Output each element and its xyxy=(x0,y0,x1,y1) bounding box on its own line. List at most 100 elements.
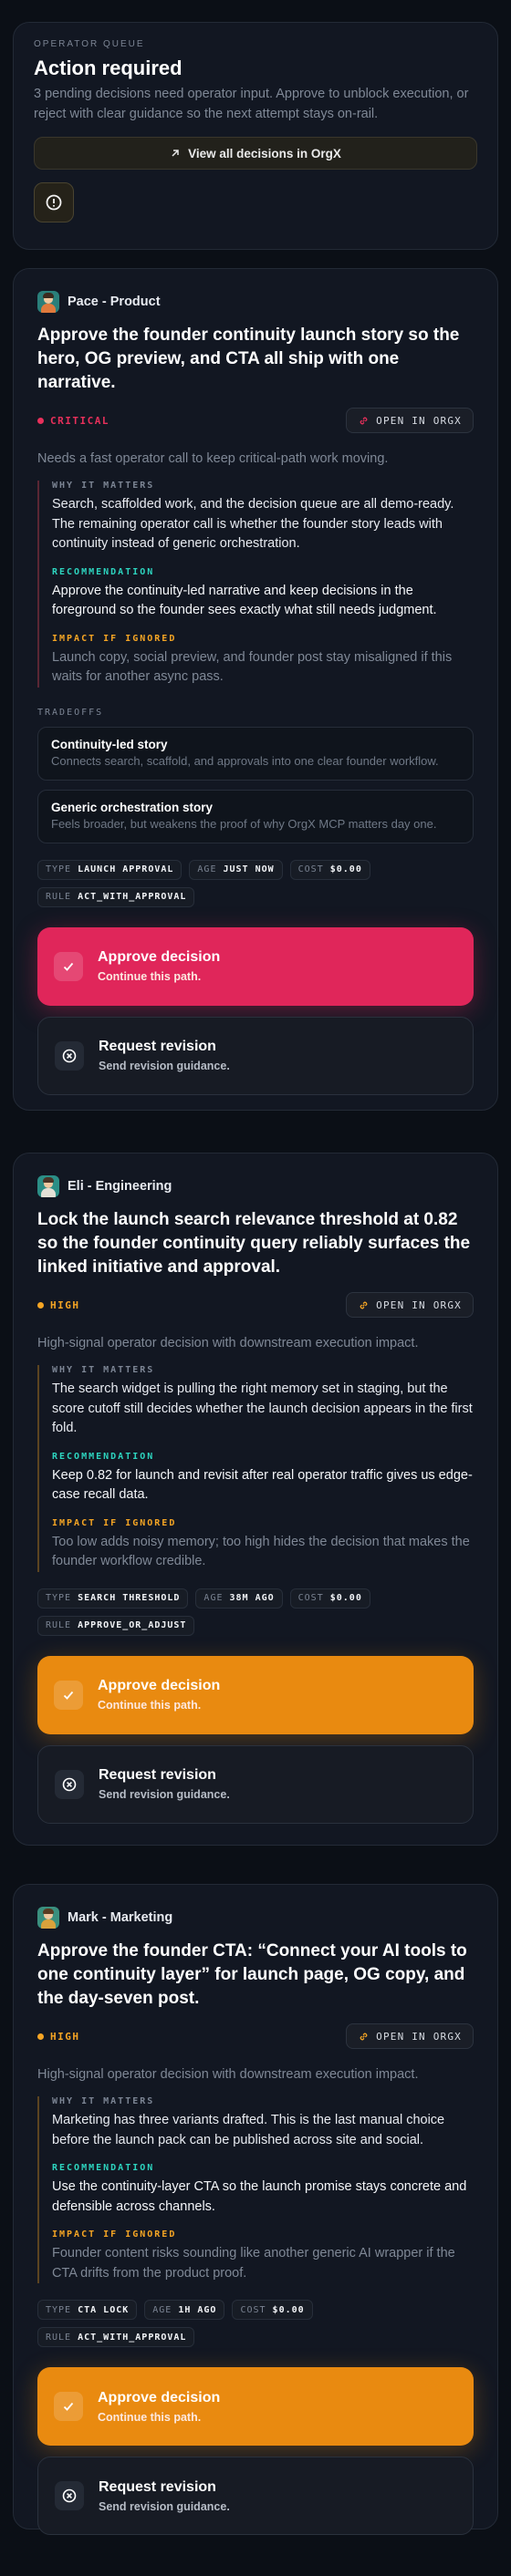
priority-badge: HIGH xyxy=(37,2031,80,2043)
approve-sub: Continue this path. xyxy=(98,2410,202,2424)
open-in-orgx-button[interactable]: OPEN IN ORGX xyxy=(346,2023,474,2049)
open-in-orgx-button[interactable]: OPEN IN ORGX xyxy=(346,1292,474,1318)
impact-text: Too low adds noisy memory; too high hide… xyxy=(52,1534,470,1569)
chip-key: COST xyxy=(297,864,324,874)
chip-key: COST xyxy=(240,2304,266,2315)
chip-value: APPROVE_OR_ADJUST xyxy=(78,1620,187,1630)
link-icon xyxy=(360,2033,368,2040)
avatar xyxy=(37,1175,59,1197)
check-icon xyxy=(54,951,83,981)
approve-decision-button[interactable]: Approve decision Continue this path. xyxy=(37,1655,474,1734)
revise-sub: Send revision guidance. xyxy=(99,1788,230,1801)
approve-label: Approve decision xyxy=(98,2389,221,2405)
chip-value: 1H AGO xyxy=(178,2304,217,2315)
age-chip: AGE 38M AGO xyxy=(195,1588,283,1609)
decision-title: Approve the founder continuity launch st… xyxy=(37,326,460,392)
chip-value: $0.00 xyxy=(272,2304,305,2315)
agent-name: Mark - Marketing xyxy=(68,1910,173,1925)
tradeoffs-label: TRADEOFFS xyxy=(37,707,104,718)
rule-chip: RULE ACT_WITH_APPROVAL xyxy=(37,886,195,907)
tradeoff-option: Continuity-led story Connects search, sc… xyxy=(37,726,474,781)
revise-label: Request revision xyxy=(99,2478,216,2495)
open-label: OPEN IN ORGX xyxy=(376,1298,462,1311)
revise-label: Request revision xyxy=(99,1767,216,1783)
rule-chip: RULE APPROVE_OR_ADJUST xyxy=(37,1615,195,1636)
view-all-decisions-button[interactable]: View all decisions in OrgX xyxy=(34,137,477,170)
view-all-label: View all decisions in OrgX xyxy=(188,146,341,160)
priority-label: HIGH xyxy=(50,2030,80,2043)
check-icon xyxy=(54,1680,83,1710)
request-revision-button[interactable]: Request revision Send revision guidance. xyxy=(37,1744,474,1824)
impact-text: Launch copy, social preview, and founder… xyxy=(52,649,453,685)
decision-card: Eli - Engineering Lock the launch search… xyxy=(13,1153,498,1846)
recommendation-text: Use the continuity-layer CTA so the laun… xyxy=(52,2179,467,2214)
chip-value: CTA LOCK xyxy=(78,2304,130,2315)
impact-label: IMPACT IF IGNORED xyxy=(52,2229,177,2240)
chip-key: TYPE xyxy=(46,2304,72,2315)
alert-circle-icon xyxy=(46,194,62,211)
recommendation-label: RECOMMENDATION xyxy=(52,2163,155,2173)
recommendation-label: RECOMMENDATION xyxy=(52,1451,155,1462)
tradeoff-title: Continuity-led story xyxy=(51,737,168,751)
approve-sub: Continue this path. xyxy=(98,1699,202,1712)
why-label: WHY IT MATTERS xyxy=(52,1365,155,1375)
recommendation-label: RECOMMENDATION xyxy=(52,566,155,577)
agent-row: Mark - Marketing xyxy=(37,1907,474,1929)
decision-card: Pace - Product Approve the founder conti… xyxy=(13,268,498,1111)
open-in-orgx-button[interactable]: OPEN IN ORGX xyxy=(346,408,474,433)
meta-chips: TYPE SEARCH THRESHOLD AGE 38M AGO COST $0.0… xyxy=(37,1588,474,1636)
header-description: 3 pending decisions need operator input.… xyxy=(34,87,469,121)
chip-key: RULE xyxy=(46,1620,72,1630)
chip-value: SEARCH THRESHOLD xyxy=(78,1593,181,1603)
tradeoff-option: Generic orchestration story Feels broade… xyxy=(37,789,474,843)
approve-sub: Continue this path. xyxy=(98,970,202,983)
x-circle-icon xyxy=(55,1769,84,1799)
tradeoff-desc: Connects search, scaffold, and approvals… xyxy=(51,753,439,768)
chip-key: COST xyxy=(297,1593,324,1603)
approve-decision-button[interactable]: Approve decision Continue this path. xyxy=(37,2367,474,2446)
why-text: The search widget is pulling the right m… xyxy=(52,1381,473,1435)
decision-summary: High-signal operator decision with downs… xyxy=(37,1336,419,1350)
priority-badge: CRITICAL xyxy=(37,415,110,427)
agent-name: Eli - Engineering xyxy=(68,1179,172,1194)
why-text: Search, scaffolded work, and the decisio… xyxy=(52,497,454,551)
approve-label: Approve decision xyxy=(98,949,221,965)
tradeoff-desc: Feels broader, but weakens the proof of … xyxy=(51,816,437,831)
chip-value: LAUNCH APPROVAL xyxy=(78,864,174,874)
revise-sub: Send revision guidance. xyxy=(99,1060,230,1072)
chip-key: RULE xyxy=(46,2332,72,2343)
type-chip: TYPE LAUNCH APPROVAL xyxy=(37,859,182,880)
why-label: WHY IT MATTERS xyxy=(52,481,155,491)
impact-label: IMPACT IF IGNORED xyxy=(52,633,177,644)
chip-key: RULE xyxy=(46,892,72,902)
x-circle-icon xyxy=(55,1040,84,1071)
arrow-up-right-icon xyxy=(172,150,179,157)
priority-label: HIGH xyxy=(50,1298,80,1311)
request-revision-button[interactable]: Request revision Send revision guidance. xyxy=(37,2457,474,2535)
open-label: OPEN IN ORGX xyxy=(376,2030,462,2043)
avatar xyxy=(37,1907,59,1929)
alert-button[interactable] xyxy=(34,182,74,222)
approve-decision-button[interactable]: Approve decision Continue this path. xyxy=(37,926,474,1006)
header-kicker: OPERATOR QUEUE xyxy=(34,39,145,49)
decision-summary: Needs a fast operator call to keep criti… xyxy=(37,451,389,466)
type-chip: TYPE SEARCH THRESHOLD xyxy=(37,1588,189,1609)
impact-text: Founder content risks sounding like anot… xyxy=(52,2246,455,2281)
link-icon xyxy=(360,417,368,424)
recommendation-text: Approve the continuity-led narrative and… xyxy=(52,583,437,618)
context-block: WHY IT MATTERS The search widget is pull… xyxy=(37,1365,474,1572)
chip-key: TYPE xyxy=(46,1593,72,1603)
cost-chip: COST $0.00 xyxy=(289,1588,370,1609)
agent-row: Eli - Engineering xyxy=(37,1175,474,1197)
chip-key: TYPE xyxy=(46,864,72,874)
request-revision-button[interactable]: Request revision Send revision guidance. xyxy=(37,1016,474,1095)
chip-key: AGE xyxy=(203,1593,224,1603)
agent-row: Pace - Product xyxy=(37,291,474,313)
chip-value: ACT_WITH_APPROVAL xyxy=(78,2332,187,2343)
chip-key: AGE xyxy=(152,2304,172,2315)
avatar xyxy=(37,291,59,313)
meta-chips: TYPE CTA LOCK AGE 1H AGO COST $0.00 RULE ACT… xyxy=(37,2300,474,2347)
why-text: Marketing has three variants drafted. Th… xyxy=(52,2113,445,2147)
page-title: Action required xyxy=(34,57,182,79)
chip-key: AGE xyxy=(197,864,217,874)
